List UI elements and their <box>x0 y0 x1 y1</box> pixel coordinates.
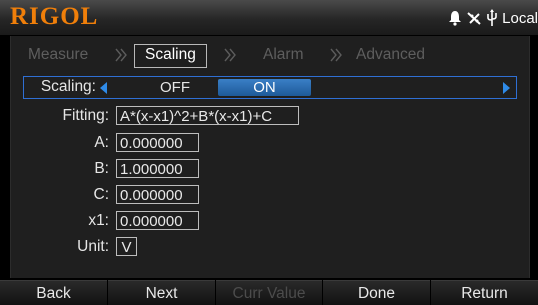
x1-label: x1: <box>88 212 109 229</box>
arrow-right-icon[interactable] <box>503 82 510 94</box>
tab-strip: Measure Scaling Alarm Advanced <box>11 36 529 74</box>
coef-c-label: C: <box>93 186 110 203</box>
back-button[interactable]: Back <box>0 280 107 305</box>
coef-a-field[interactable]: 0.000000 <box>116 133 199 152</box>
arrow-left-icon[interactable] <box>100 82 107 94</box>
chevron-right-icon <box>223 46 237 64</box>
softkey-bar: Back Next Curr Value Done Return <box>0 278 538 305</box>
coef-b-label: B: <box>94 160 109 177</box>
top-bar: RIGOL Local <box>0 0 538 35</box>
remote-status-label: Local <box>502 9 538 27</box>
instrument-screen: RIGOL Local Measure Scaling Alarm Advanc… <box>0 0 538 305</box>
tab-measure[interactable]: Measure <box>28 44 88 66</box>
tab-advanced[interactable]: Advanced <box>356 44 425 66</box>
scaling-option-off[interactable]: OFF <box>145 77 205 98</box>
next-button[interactable]: Next <box>108 280 215 305</box>
curr-value-button[interactable]: Curr Value <box>216 280 322 305</box>
tab-alarm[interactable]: Alarm <box>263 44 303 66</box>
fitting-field[interactable]: A*(x-x1)^2+B*(x-x1)+C <box>116 106 299 125</box>
scaling-option-on[interactable]: ON <box>218 79 311 96</box>
unit-field[interactable]: V <box>116 237 137 256</box>
fitting-label: Fitting: <box>62 107 109 124</box>
coef-b-field[interactable]: 1.000000 <box>116 159 199 178</box>
bell-icon <box>448 10 462 26</box>
chevron-right-icon <box>114 46 128 64</box>
scaling-panel: Measure Scaling Alarm Advanced Scaling: … <box>10 36 530 278</box>
brand-logo: RIGOL <box>10 3 99 30</box>
usb-icon <box>486 9 498 27</box>
scaling-label: Scaling: <box>40 78 96 95</box>
tab-scaling[interactable]: Scaling <box>134 44 207 68</box>
usb-disconnect-icon <box>466 10 482 26</box>
done-button[interactable]: Done <box>323 280 430 305</box>
return-button[interactable]: Return <box>431 280 538 305</box>
status-area: Local <box>448 8 538 28</box>
coef-a-label: A: <box>94 134 109 151</box>
coef-c-field[interactable]: 0.000000 <box>116 185 199 204</box>
unit-label: Unit: <box>77 238 109 255</box>
scaling-selector[interactable]: Scaling: OFF ON <box>23 76 517 99</box>
chevron-right-icon <box>329 46 343 64</box>
x1-field[interactable]: 0.000000 <box>116 211 199 230</box>
